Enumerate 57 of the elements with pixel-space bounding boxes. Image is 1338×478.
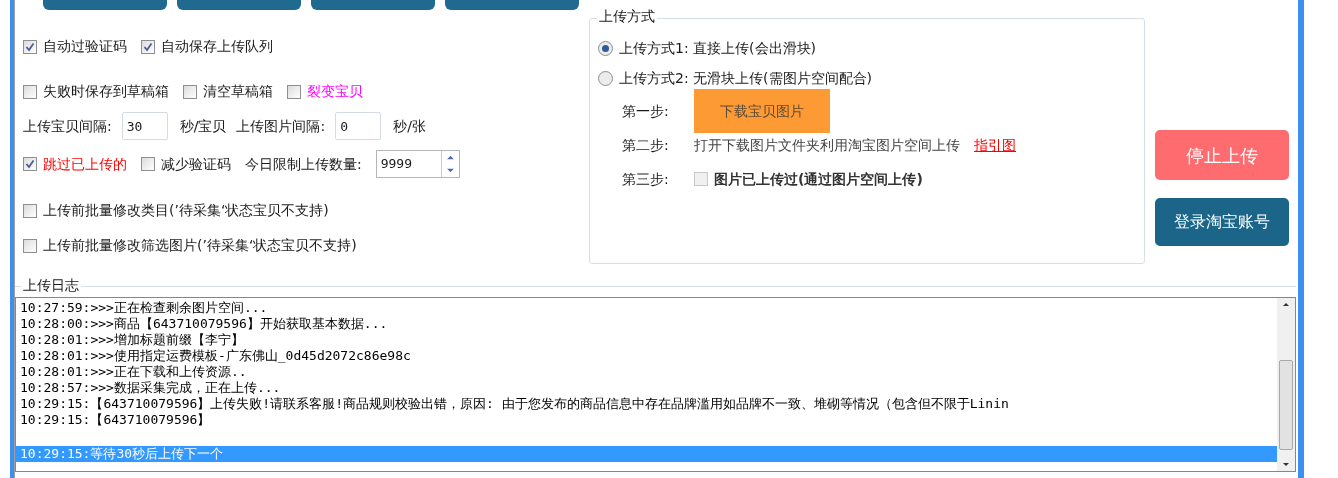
scroll-down-icon[interactable] [1281,461,1291,469]
download-button[interactable]: 下载宝贝图片 [694,89,830,133]
log-line[interactable]: 10:28:01:>>>增加标题前缀【李宁】 [16,332,1277,348]
checkbox[interactable] [287,84,301,99]
radio-button[interactable] [598,40,613,56]
radio-label: 上传方式1: 直接上传(会出滑块) [619,38,816,58]
checkbox[interactable] [23,203,37,218]
field-label: 上传宝贝间隔: [23,116,112,136]
checkbox[interactable] [694,172,708,186]
field-label: 秒/张 [393,116,426,136]
checkbox[interactable] [23,238,37,253]
checkbox-label: 失败时保存到草稿箱 [43,82,169,101]
checkmark-icon [25,159,35,169]
field-label: 秒/宝贝 [179,116,227,136]
log-line[interactable]: 10:29:15:【643710079596】上传失败!请联系客服!商品规则校验出错，原因: 由于您发布的商品信息中存在品牌滥用如品牌不一致、堆砌等情况（包含但不限于Linin [16,396,1277,412]
number-spinner[interactable]: 9999 [375,150,460,178]
step-label: 第一步: [622,101,670,121]
guide-link[interactable]: 指引图 [974,134,1016,156]
log-line[interactable]: 10:28:57:>>>数据采集完成，正在上传... [16,380,1277,396]
log-line[interactable]: 10:28:01:>>>正在下载和上传资源.. [16,364,1277,380]
checkbox[interactable] [23,157,37,171]
field-label: 今日限制上传数量: [245,154,362,174]
checkbox-label: 裂变宝贝 [307,82,363,101]
group-title: 上传方式 [597,9,657,23]
field-label: 上传图片间隔: [236,116,326,136]
radio-label: 上传方式2: 无滑块上传(需图片空间配合) [619,68,872,88]
checkbox-label: 图片已上传过(通过图片空间上传) [714,169,923,189]
checkbox-label: 自动过验证码 [43,37,127,56]
log-line[interactable]: 10:28:01:>>>使用指定运费模板-广东佛山_0d45d2072c86e98c [16,348,1277,364]
checkbox[interactable] [23,84,37,99]
checkmark-icon [143,41,153,52]
login-button[interactable]: 登录淘宝账号 [1155,198,1289,246]
step-label: 第三步: [622,169,670,189]
checkbox[interactable] [141,39,155,54]
checkbox-label: 自动保存上传队列 [161,37,273,56]
checkbox-label: 减少验证码 [161,154,231,174]
log-line[interactable]: 10:29:15:【643710079596】 [16,412,1277,428]
checkbox[interactable] [183,84,197,99]
checkbox-label: 清空草稿箱 [203,82,273,101]
scroll-thumb[interactable] [1279,359,1293,450]
spinner-value: 9999 [379,155,414,174]
group-title: 上传日志 [21,278,81,292]
checkmark-icon [25,41,35,52]
scrollbar[interactable] [1277,298,1295,471]
step-text: 打开下载图片文件夹利用淘宝图片空间上传 [694,135,960,155]
radio-button[interactable] [598,70,613,86]
checkbox-label: 上传前批量修改类目(’待采集‘状态宝贝不支持) [43,201,329,220]
checkbox-label: 上传前批量修改筛选图片(’待采集‘状态宝贝不支持) [43,236,357,255]
log-line[interactable]: 10:27:59:>>>正在检查剩余图片空间... [16,300,1277,316]
checkbox-label: 跳过已上传的 [43,154,127,174]
checkbox[interactable] [141,157,155,171]
step-label: 第二步: [622,135,670,155]
input-field[interactable]: 30 [121,112,168,140]
checkbox[interactable] [23,39,37,54]
log-line[interactable]: 10:28:00:>>>商品【643710079596】开始获取基本数据... [16,316,1277,332]
scroll-up-icon[interactable] [1281,300,1291,308]
input-field[interactable]: 0 [335,112,382,140]
